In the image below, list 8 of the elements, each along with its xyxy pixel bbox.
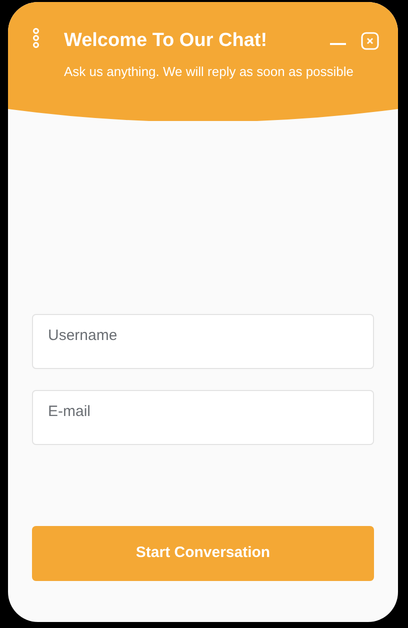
menu-icon[interactable]: [30, 27, 42, 49]
close-icon[interactable]: [361, 32, 379, 50]
minimize-icon[interactable]: [330, 42, 346, 46]
input-field[interactable]: E-mail: [32, 390, 374, 445]
chat-title: Welcome To Our Chat!: [64, 29, 268, 53]
input-field[interactable]: Username: [32, 314, 374, 369]
chat-subtitle: Ask us anything. We will reply as soon as possible: [64, 64, 354, 80]
start-conversation-button[interactable]: Start Conversation: [32, 526, 374, 581]
